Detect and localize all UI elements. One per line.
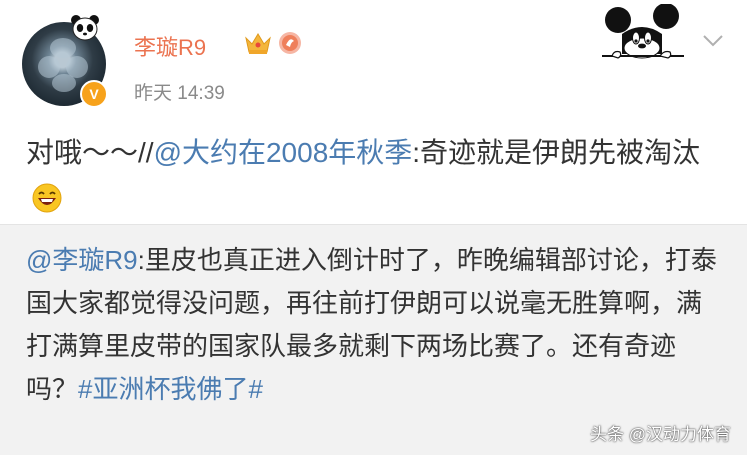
repost-mention-link[interactable]: @李璇R9 <box>26 245 138 275</box>
post-text-prefix: 对哦～～// <box>26 137 154 168</box>
chevron-down-icon[interactable] <box>702 34 724 48</box>
watermark: 头条 @汉动力体育 <box>590 425 731 444</box>
medal-icon <box>279 32 301 54</box>
mickey-mouse-icon <box>602 4 684 59</box>
weibo-post: V 李璇R9 昨天 14:39 对哦～～//@大约在2008年秋季:奇迹就是伊朗… <box>0 0 747 224</box>
hashtag-link[interactable]: #亚洲杯我佛了# <box>78 374 263 404</box>
repost-content: @李璇R9:里皮也真正进入倒计时了，昨晚编辑部讨论，打泰国大家都觉得没问题，再往… <box>26 239 726 411</box>
crown-icon <box>245 33 271 54</box>
post-text-suffix: :奇迹就是伊朗先被淘汰 <box>412 137 701 168</box>
repost-card[interactable]: @李璇R9:里皮也真正进入倒计时了，昨晚编辑部讨论，打泰国大家都觉得没问题，再往… <box>0 225 747 455</box>
panda-icon <box>71 15 99 41</box>
post-timestamp: 昨天 14:39 <box>134 83 225 104</box>
mention-link[interactable]: @大约在2008年秋季 <box>154 137 413 168</box>
username[interactable]: 李璇R9 <box>134 30 206 62</box>
laughing-face-icon <box>32 183 62 213</box>
post-content: 对哦～～//@大约在2008年秋季:奇迹就是伊朗先被淘汰 <box>26 130 726 222</box>
verified-badge: V <box>80 80 108 108</box>
